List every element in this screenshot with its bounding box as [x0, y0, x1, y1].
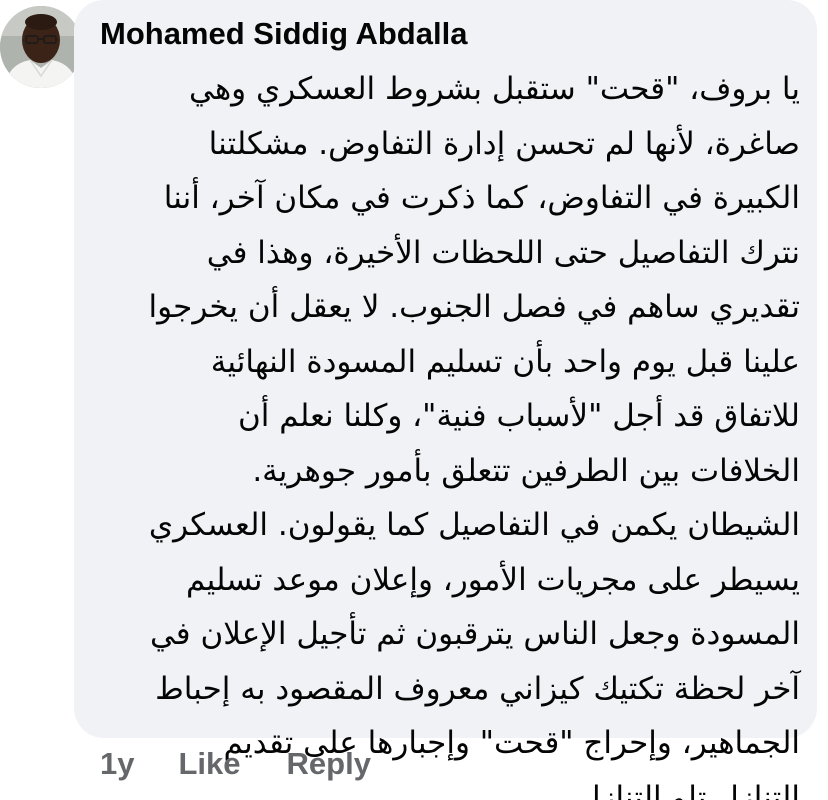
comment-text-line: صاغرة، لأنها لم تحسن إدارة التفاوض. مشكل…: [208, 125, 800, 162]
comment-actions: 1y Like Reply: [100, 742, 371, 786]
comment-text-line: للاتفاق قد أجل "لأسباب فنية"، وكلنا نعلم…: [237, 398, 800, 434]
comment-text-line: آخر لحظة تكتيك كيزاني معروف المقصود به إ…: [155, 670, 800, 707]
comment-text-line: يسيطر على مجريات الأمور، وإعلان موعد تسل…: [185, 561, 800, 598]
comment-bubble: Mohamed Siddig Abdalla يا بروف، "قحت" ست…: [74, 0, 817, 800]
comment-author-name[interactable]: Mohamed Siddig Abdalla: [100, 16, 467, 52]
profile-photo-icon: [0, 6, 82, 88]
comment-text-line: المسودة وجعل الناس يترقبون ثم تأجيل الإع…: [149, 616, 800, 652]
comment-text-line: تقديري ساهم في فصل الجنوب. لا يعقل أن يخ…: [148, 289, 800, 325]
comment-text-line: الخلافات بين الطرفين تتعلق بأمور جوهرية.: [252, 452, 800, 489]
like-button[interactable]: Like: [178, 746, 240, 782]
reply-button[interactable]: Reply: [287, 746, 371, 782]
avatar[interactable]: [0, 6, 82, 88]
comment-text-line: يا بروف، "قحت" ستقبل بشروط العسكري وهي: [188, 71, 800, 107]
comment-text-line: الكبيرة في التفاوض، كما ذكرت في مكان آخر…: [163, 180, 800, 216]
comment-text-line: علينا قبل يوم واحد بأن تسليم المسودة الن…: [210, 343, 800, 380]
comment-timestamp[interactable]: 1y: [100, 746, 134, 782]
comment-body: يا بروف، "قحت" ستقبل بشروط العسكري وهي ص…: [100, 62, 800, 800]
comment-text-line: نترك التفاصيل حتى اللحظات الأخيرة، وهذا …: [206, 234, 800, 271]
comment-text-line: الشيطان يكمن في التفاصيل كما يقولون. الع…: [148, 507, 800, 543]
